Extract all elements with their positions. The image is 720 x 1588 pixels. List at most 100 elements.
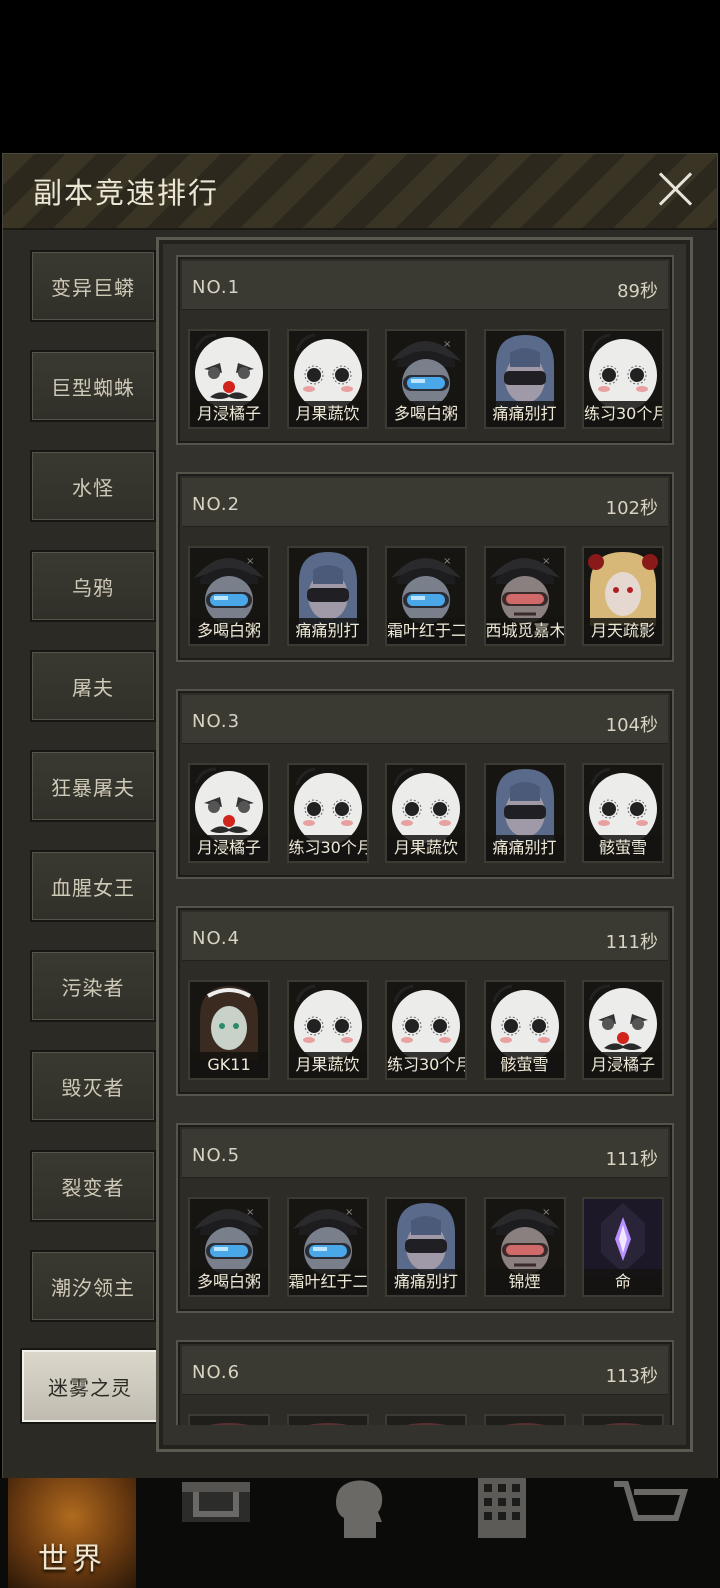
rank-label: NO.4 [192, 928, 241, 949]
tab-label: 污染者 [61, 975, 125, 1000]
player-avatar: × [190, 1199, 268, 1277]
player-portrait[interactable]: 痛痛别打 [483, 763, 566, 863]
player-avatar [387, 1199, 465, 1277]
tab-boss[interactable]: 毁灭者 [30, 1050, 156, 1122]
tab-boss[interactable]: 乌鸦 [30, 550, 156, 622]
ranking-card: NO.2 102秒 × 多喝白粥 痛痛别打 × 霜叶红于二 × 西城觅嘉木 月天疏影 [176, 472, 674, 662]
building-icon[interactable] [470, 1478, 550, 1538]
player-portrait[interactable]: 月浸橘子 [582, 980, 664, 1080]
tab-boss[interactable]: 狂暴屠夫 [30, 750, 156, 822]
player-portrait[interactable]: 月天疏影 [582, 546, 664, 646]
player-name: 痛痛别打 [485, 401, 564, 427]
team-portraits: 月浸橘子 月果蔬饮 × 多喝白粥 痛痛别打 练习30个月 [188, 329, 668, 433]
player-portrait[interactable] [286, 1414, 369, 1425]
tab-boss[interactable]: 血腥女王 [30, 850, 156, 922]
tab-label: 潮汐领主 [51, 1275, 135, 1300]
team-portraits: × 多喝白粥 痛痛别打 × 霜叶红于二 × 西城觅嘉木 月天疏影 [188, 546, 668, 650]
player-name: 骸萤雪 [584, 835, 662, 861]
player-avatar [485, 331, 564, 409]
player-portrait[interactable]: 月浸橘子 [188, 763, 270, 863]
player-portrait[interactable]: 痛痛别打 [286, 546, 369, 646]
player-portrait[interactable] [188, 1414, 270, 1425]
tab-label: 乌鸦 [72, 575, 114, 600]
tab-label: 巨型蜘蛛 [51, 375, 135, 400]
player-portrait[interactable]: GK11 [188, 980, 270, 1080]
player-portrait[interactable]: 骸萤雪 [483, 980, 566, 1080]
ranking-card-header: NO.4 111秒 [182, 912, 668, 961]
nav-world-button[interactable]: 世界 [8, 1478, 136, 1588]
tab-boss[interactable]: 巨型蜘蛛 [30, 350, 156, 422]
player-portrait[interactable]: × 锦煙 [483, 1197, 566, 1297]
player-name: 练习30个月 [584, 401, 662, 427]
tab-boss[interactable]: 水怪 [30, 450, 156, 522]
player-portrait[interactable]: 练习30个月 [385, 980, 467, 1080]
player-portrait[interactable]: × 霜叶红于二 [385, 546, 467, 646]
svg-text:×: × [246, 1207, 254, 1218]
player-avatar [584, 1416, 662, 1425]
player-name: 月天疏影 [584, 618, 662, 644]
tab-label: 水怪 [72, 475, 114, 500]
player-avatar [288, 331, 367, 409]
player-avatar [387, 765, 465, 843]
backpack-icon[interactable] [176, 1478, 256, 1538]
player-portrait[interactable]: × 霜叶红于二 [286, 1197, 369, 1297]
player-portrait[interactable]: 骸萤雪 [582, 763, 664, 863]
player-portrait[interactable]: 月浸橘子 [188, 329, 270, 429]
player-name: 练习30个月 [387, 1052, 465, 1078]
player-avatar: × [485, 1199, 564, 1277]
tab-label: 狂暴屠夫 [51, 775, 135, 800]
tab-boss[interactable]: 潮汐领主 [30, 1250, 156, 1322]
player-portrait[interactable]: × 多喝白粥 [188, 1197, 270, 1297]
player-portrait[interactable] [385, 1414, 467, 1425]
tab-boss[interactable]: 裂变者 [30, 1150, 156, 1222]
tab-boss[interactable]: 变异巨蟒 [30, 250, 156, 322]
player-portrait[interactable]: 命 [582, 1197, 664, 1297]
player-portrait[interactable]: 痛痛别打 [385, 1197, 467, 1297]
panel-header: 副本竞速排行 [3, 154, 717, 230]
player-portrait[interactable]: 练习30个月 [582, 329, 664, 429]
player-portrait[interactable]: 月果蔬饮 [286, 980, 369, 1080]
tab-label: 血腥女王 [51, 875, 135, 900]
player-name: 月浸橘子 [584, 1052, 662, 1078]
player-portrait[interactable] [483, 1414, 566, 1425]
shop-cart-icon[interactable] [610, 1478, 690, 1538]
player-portrait[interactable]: 痛痛别打 [483, 329, 566, 429]
player-avatar [190, 982, 268, 1060]
ranking-card: NO.1 89秒 月浸橘子 月果蔬饮 × 多喝白粥 痛痛别打 练习30个月 [176, 255, 674, 445]
tab-boss[interactable]: 屠夫 [30, 650, 156, 722]
ranking-list[interactable]: NO.1 89秒 月浸橘子 月果蔬饮 × 多喝白粥 痛痛别打 练习30个月 NO.2 102秒 × 多… [176, 255, 678, 1425]
player-name: 命 [584, 1269, 662, 1295]
player-portrait[interactable]: 月果蔬饮 [385, 763, 467, 863]
player-name: 霜叶红于二 [288, 1269, 367, 1295]
player-portrait[interactable] [582, 1414, 664, 1425]
player-portrait[interactable]: 月果蔬饮 [286, 329, 369, 429]
rank-label: NO.6 [192, 1362, 241, 1383]
player-avatar: × [485, 548, 564, 626]
svg-text:×: × [443, 556, 451, 567]
player-avatar [584, 1199, 662, 1277]
player-portrait[interactable]: × 多喝白粥 [385, 329, 467, 429]
player-portrait[interactable]: × 多喝白粥 [188, 546, 270, 646]
player-name: 月果蔬饮 [288, 401, 367, 427]
tab-label: 屠夫 [72, 675, 114, 700]
tab-boss[interactable]: 迷雾之灵 [20, 1348, 160, 1424]
svg-text:×: × [542, 1207, 550, 1218]
player-avatar [190, 331, 268, 409]
close-icon[interactable] [655, 168, 695, 208]
player-portrait[interactable]: 练习30个月 [286, 763, 369, 863]
player-avatar [288, 548, 367, 626]
rank-label: NO.2 [192, 494, 241, 515]
player-portrait[interactable]: × 西城觅嘉木 [483, 546, 566, 646]
player-avatar [584, 765, 662, 843]
player-name: 霜叶红于二 [387, 618, 465, 644]
rank-label: NO.5 [192, 1145, 241, 1166]
tab-boss[interactable]: 污染者 [30, 950, 156, 1022]
tab-label: 裂变者 [61, 1175, 125, 1200]
ranking-card: NO.3 104秒 月浸橘子 练习30个月 月果蔬饮 痛痛别打 骸萤雪 [176, 689, 674, 879]
tab-label: 迷雾之灵 [48, 1375, 132, 1400]
character-head-icon[interactable] [322, 1478, 402, 1538]
svg-text:×: × [443, 339, 451, 350]
ranking-card-header: NO.2 102秒 [182, 478, 668, 527]
svg-text:×: × [542, 556, 550, 567]
ranking-card: NO.4 111秒 GK11 月果蔬饮 练习30个月 骸萤雪 月浸橘子 [176, 906, 674, 1096]
